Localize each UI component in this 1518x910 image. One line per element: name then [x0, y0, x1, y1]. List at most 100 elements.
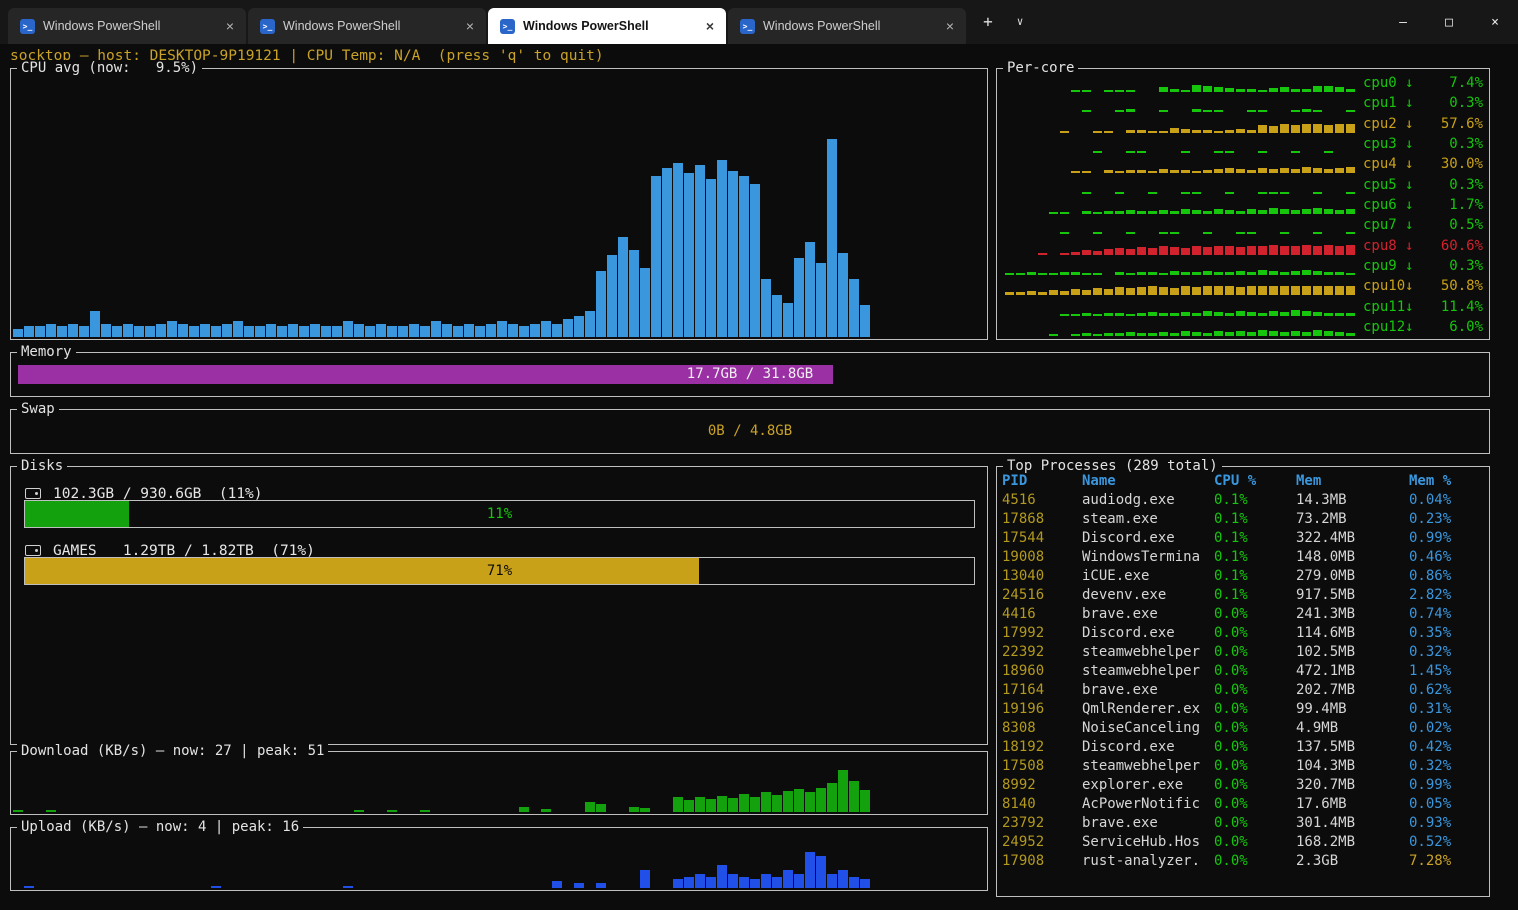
chart-bar [552, 324, 562, 337]
process-row[interactable]: 17508steamwebhelper0.0%104.3MB0.32% [1002, 757, 1487, 776]
tab-dropdown-button[interactable]: ∨ [1008, 12, 1032, 32]
chart-bar [1313, 330, 1322, 336]
process-row[interactable]: 19008WindowsTermina0.1%148.0MB0.46% [1002, 548, 1487, 567]
chart-bar [46, 324, 56, 337]
process-cell: audiodg.exe [1082, 491, 1214, 510]
disk-gauge-label: 71% [25, 558, 974, 584]
new-tab-button[interactable]: + [976, 12, 1000, 32]
chart-bar [1115, 248, 1124, 255]
chart-bar [442, 324, 452, 337]
process-cell: 0.35% [1409, 624, 1487, 643]
chart-bar [1071, 252, 1080, 255]
tab-title: Windows PowerShell [43, 19, 220, 33]
core-label: cpu2 ↓57.6% [1363, 115, 1483, 133]
process-row[interactable]: 4516audiodg.exe0.1%14.3MB0.04% [1002, 491, 1487, 510]
chart-bar [783, 870, 793, 888]
chart-bar [1181, 312, 1190, 316]
chart-bar [387, 326, 397, 337]
core-label: cpu6 ↓1.7% [1363, 196, 1483, 214]
process-row[interactable]: 17992Discord.exe0.0%114.6MB0.35% [1002, 624, 1487, 643]
chart-bar [35, 326, 45, 337]
process-cell: 17868 [1002, 510, 1082, 529]
chart-bar [1137, 211, 1146, 214]
tab-close-icon[interactable]: × [940, 18, 960, 34]
process-row[interactable]: 13040iCUE.exe0.1%279.0MB0.86% [1002, 567, 1487, 586]
chart-bar [695, 165, 705, 337]
chart-bar [1060, 253, 1069, 255]
chart-bar [497, 321, 507, 337]
tab-windows-powershell[interactable]: >_Windows PowerShell× [728, 8, 966, 44]
tab-close-icon[interactable]: × [460, 18, 480, 34]
core-label: cpu10↓50.8% [1363, 277, 1483, 295]
process-row[interactable]: 17544Discord.exe0.1%322.4MB0.99% [1002, 529, 1487, 548]
process-row[interactable]: 8992explorer.exe0.0%320.7MB0.99% [1002, 776, 1487, 795]
chart-bar [1192, 171, 1201, 173]
memory-gauge-label: 17.7GB / 31.8GB [18, 365, 1482, 384]
maximize-button[interactable]: □ [1426, 0, 1472, 44]
chart-bar [1247, 232, 1256, 234]
process-row[interactable]: 24516devenv.exe0.1%917.5MB2.82% [1002, 586, 1487, 605]
disk-icon [25, 488, 41, 499]
process-row[interactable]: 8140AcPowerNotific0.0%17.6MB0.05% [1002, 795, 1487, 814]
process-row[interactable]: 17164brave.exe0.0%202.7MB0.62% [1002, 681, 1487, 700]
chart-bar [1313, 168, 1322, 173]
chart-bar [1225, 151, 1234, 153]
core-row: cpu8 ↓60.6% [1005, 237, 1483, 255]
chart-bar [1247, 332, 1256, 336]
chart-bar [1082, 192, 1091, 194]
process-cell: brave.exe [1082, 605, 1214, 624]
chart-bar [1093, 212, 1102, 214]
window-controls: — □ × [1380, 0, 1518, 44]
swap-title: Swap [17, 401, 59, 418]
process-row[interactable]: 4416brave.exe0.0%241.3MB0.74% [1002, 605, 1487, 624]
process-row[interactable]: 23792brave.exe0.0%301.4MB0.93% [1002, 814, 1487, 833]
process-cell: 19008 [1002, 548, 1082, 567]
chart-bar [1258, 286, 1267, 295]
chart-bar [1280, 286, 1289, 295]
chart-bar [1313, 232, 1322, 234]
chart-bar [1126, 210, 1135, 214]
process-row[interactable]: 18960steamwebhelper0.0%472.1MB1.45% [1002, 662, 1487, 681]
process-row[interactable]: 22392steamwebhelper0.0%102.5MB0.32% [1002, 643, 1487, 662]
core-row: cpu12↓6.0% [1005, 318, 1483, 336]
process-cell: devenv.exe [1082, 586, 1214, 605]
chart-bar [816, 856, 826, 888]
chart-bar [1225, 272, 1234, 275]
process-row[interactable]: 18192Discord.exe0.0%137.5MB0.42% [1002, 738, 1487, 757]
chart-bar [1280, 272, 1289, 275]
core-history-chart [1005, 136, 1355, 153]
process-row[interactable]: 17908rust-analyzer.0.0%2.3GB7.28% [1002, 852, 1487, 871]
process-row[interactable]: 17868steam.exe0.1%73.2MB0.23% [1002, 510, 1487, 529]
chart-bar [1192, 272, 1201, 275]
chart-bar [1115, 333, 1124, 336]
cpu-history-chart [13, 73, 985, 337]
core-label: cpu8 ↓60.6% [1363, 237, 1483, 255]
chart-bar [1071, 334, 1080, 336]
process-row[interactable]: 24952ServiceHub.Hos0.0%168.2MB0.52% [1002, 833, 1487, 852]
tab-close-icon[interactable]: × [700, 18, 720, 34]
process-cell: brave.exe [1082, 814, 1214, 833]
close-button[interactable]: × [1472, 0, 1518, 44]
chart-bar [1148, 248, 1157, 255]
chart-bar [1313, 246, 1322, 255]
tab-close-icon[interactable]: × [220, 18, 240, 34]
chart-bar [805, 242, 815, 337]
chart-bar [420, 810, 430, 812]
tab-windows-powershell[interactable]: >_Windows PowerShell× [488, 8, 726, 44]
chart-bar [860, 305, 870, 337]
terminal-window: >_Windows PowerShell×>_Windows PowerShel… [0, 0, 1518, 910]
chart-bar [1192, 332, 1201, 336]
chart-bar [706, 179, 716, 337]
process-row[interactable]: 19196QmlRenderer.ex0.0%99.4MB0.31% [1002, 700, 1487, 719]
chart-bar [1302, 286, 1311, 295]
core-label: cpu5 ↓0.3% [1363, 176, 1483, 194]
process-cell: 0.0% [1214, 681, 1296, 700]
tab-windows-powershell[interactable]: >_Windows PowerShell× [248, 8, 486, 44]
chart-bar [1181, 286, 1190, 295]
chart-bar [1181, 248, 1190, 255]
minimize-button[interactable]: — [1380, 0, 1426, 44]
process-row[interactable]: 8308NoiseCanceling0.0%4.9MB0.02% [1002, 719, 1487, 738]
chart-bar [772, 877, 782, 888]
process-cell: 0.99% [1409, 776, 1487, 795]
tab-windows-powershell[interactable]: >_Windows PowerShell× [8, 8, 246, 44]
